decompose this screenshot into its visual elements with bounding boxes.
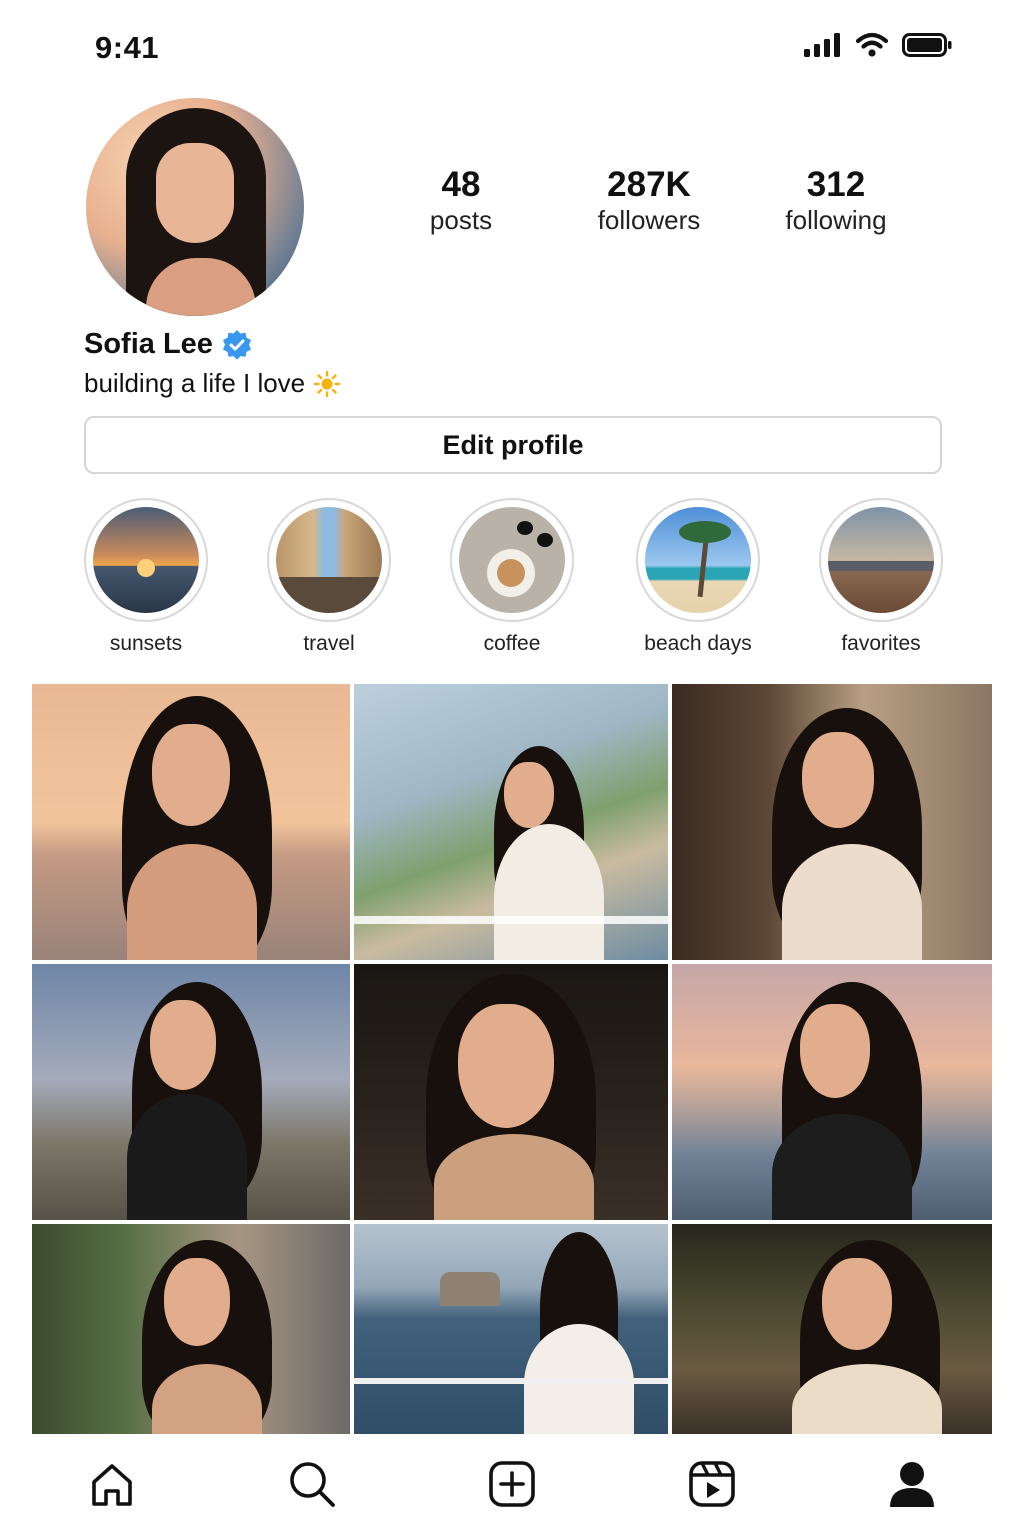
nav-create[interactable]: [484, 1456, 540, 1512]
highlight-ring: [267, 498, 391, 622]
sun-emoji-icon: [313, 370, 341, 397]
status-icons: [804, 32, 952, 58]
highlight-ring: [819, 498, 943, 622]
profile-name: Sofia Lee: [84, 328, 213, 360]
stat-followers-label: followers: [597, 205, 701, 235]
stat-following-value: 312: [806, 165, 866, 204]
status-bar: 9:41: [0, 0, 1024, 96]
bottom-nav: [0, 1436, 1024, 1536]
stat-posts[interactable]: 48 posts: [381, 165, 541, 235]
highlight-label: favorites: [841, 632, 921, 655]
city-icon: [828, 507, 934, 613]
post-tile[interactable]: [354, 684, 668, 960]
highlight-beach-days[interactable]: beach days: [636, 498, 760, 656]
battery-icon: [902, 33, 952, 57]
wifi-icon: [856, 32, 888, 57]
highlight-label: travel: [303, 632, 355, 655]
search-icon: [290, 1462, 335, 1507]
profile-bio: building a life I love: [84, 368, 306, 398]
highlight-sunsets[interactable]: sunsets: [84, 498, 208, 656]
post-tile[interactable]: [354, 964, 668, 1220]
home-icon: [92, 1464, 132, 1506]
post-tile[interactable]: [672, 964, 992, 1220]
nav-reels[interactable]: [684, 1456, 740, 1512]
edit-profile-button[interactable]: Edit profile: [84, 416, 942, 474]
profile-bio-row: building a life I love: [84, 368, 341, 399]
coffee-icon: [459, 507, 565, 613]
create-icon: [489, 1461, 535, 1507]
highlight-label: coffee: [483, 632, 541, 655]
post-tile[interactable]: [32, 684, 350, 960]
palm-beach-icon: [645, 507, 751, 613]
nav-search[interactable]: [284, 1456, 340, 1512]
status-time: 9:41: [95, 30, 160, 65]
highlight-label: sunsets: [109, 632, 183, 655]
stat-followers-value: 287K: [607, 165, 691, 204]
highlight-ring: [84, 498, 208, 622]
verified-badge-icon: [222, 329, 251, 360]
stat-following-label: following: [785, 205, 887, 235]
profile-avatar[interactable]: [86, 98, 304, 316]
profile-stats: 48 posts 287K followers 312 following: [390, 165, 950, 245]
street-icon: [276, 507, 382, 613]
post-tile[interactable]: [32, 1224, 350, 1434]
highlight-ring: [636, 498, 760, 622]
highlight-ring: [450, 498, 574, 622]
nav-home[interactable]: [84, 1456, 140, 1512]
stat-following[interactable]: 312 following: [756, 165, 916, 235]
highlight-travel[interactable]: travel: [267, 498, 391, 656]
stat-followers[interactable]: 287K followers: [569, 165, 729, 235]
profile-name-row: Sofia Lee: [84, 328, 253, 361]
stat-posts-value: 48: [441, 165, 481, 204]
post-tile[interactable]: [672, 684, 992, 960]
sunset-icon: [93, 507, 199, 613]
post-tile[interactable]: [32, 964, 350, 1220]
highlight-favorites[interactable]: favorites: [819, 498, 943, 656]
posts-grid: [32, 684, 992, 1434]
nav-profile[interactable]: [884, 1456, 940, 1512]
highlight-label: beach days: [644, 632, 752, 655]
highlight-coffee[interactable]: coffee: [450, 498, 574, 656]
stat-posts-label: posts: [429, 205, 493, 235]
post-tile[interactable]: [672, 1224, 992, 1434]
cellular-signal-icon: [804, 33, 840, 57]
post-tile[interactable]: [354, 1224, 668, 1434]
reels-icon: [689, 1461, 735, 1507]
profile-icon: [890, 1462, 934, 1507]
